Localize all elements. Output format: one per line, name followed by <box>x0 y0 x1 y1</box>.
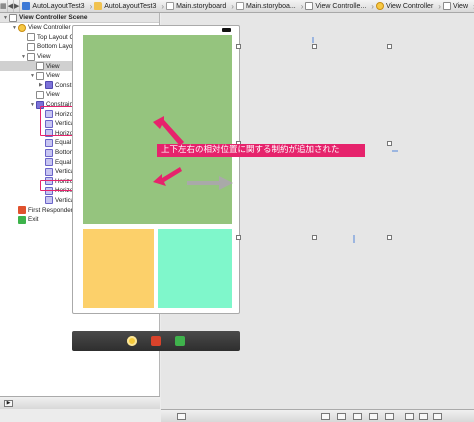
breadcrumb-label: AutoLayoutTest3 <box>32 2 85 10</box>
exit-icon[interactable] <box>175 336 185 346</box>
breadcrumb-separator-icon: › <box>300 1 304 11</box>
storyboard-icon <box>235 2 244 10</box>
view-icon <box>27 52 35 61</box>
breadcrumb-item[interactable]: › Main.storyboa... <box>229 0 298 12</box>
outline-row-label: View <box>46 62 60 70</box>
form-factor-button[interactable] <box>321 413 330 420</box>
project-icon <box>22 2 31 10</box>
toggle-outline-button[interactable] <box>177 413 186 420</box>
outline-bottom-bar: ▶ <box>0 396 160 409</box>
scene-icon <box>9 13 17 22</box>
arrow-up-left-icon <box>153 116 184 146</box>
view-controller-icon[interactable] <box>127 336 137 346</box>
arrow-down-left-icon <box>153 167 182 186</box>
breadcrumb-separator-icon: › <box>89 1 93 11</box>
breadcrumb: AutoLayoutTest3 › AutoLayoutTest3 › Main.sto… <box>20 0 474 12</box>
view-controller-scene-icon <box>305 2 314 10</box>
constraint-icon <box>45 138 53 147</box>
zoom-reset-button[interactable] <box>419 413 428 420</box>
annotation-label: 上下左右の相対位置に関する制約が追加された <box>157 144 365 157</box>
align-button[interactable] <box>337 413 346 420</box>
outline-row-label: View Controller <box>28 24 71 32</box>
pin-button[interactable] <box>353 413 362 420</box>
outline-row-label: View <box>46 72 60 80</box>
constraint-lines <box>232 37 398 243</box>
view-icon <box>36 62 44 71</box>
arrow-right-icon <box>187 176 233 190</box>
breadcrumb-label: View Controlle... <box>315 2 367 10</box>
view-icon <box>27 33 35 42</box>
breadcrumb-item[interactable]: › View Controller <box>369 0 436 12</box>
view-icon <box>36 71 44 80</box>
breadcrumb-item[interactable]: › Main.storyboard <box>159 0 229 12</box>
breadcrumb-separator-icon: › <box>161 1 165 11</box>
breadcrumb-item[interactable]: › AutoLayoutTest3 <box>88 0 160 12</box>
breadcrumb-label: View <box>452 2 468 10</box>
exit-icon <box>18 215 26 224</box>
outline-row-label: First Responder <box>28 206 73 214</box>
breadcrumb-item[interactable]: › View <box>436 0 471 12</box>
breadcrumb-separator-icon: › <box>371 1 374 11</box>
constraint-icon <box>45 196 53 205</box>
breadcrumb-separator-icon: › <box>231 1 234 11</box>
related-items-icon[interactable]: ▦ <box>0 0 8 12</box>
outline-row-label: Exit <box>28 216 39 224</box>
hide-outline-button[interactable]: ▶ <box>4 400 13 407</box>
jump-bar: ▦ ◀ ▶ AutoLayoutTest3 › AutoLayoutTest3 › Ma… <box>0 0 474 13</box>
first-responder-icon <box>18 206 26 215</box>
canvas-bottom-bar <box>161 409 474 422</box>
constraint-icon <box>45 167 53 176</box>
zoom-out-button[interactable] <box>405 413 414 420</box>
view-controller-icon <box>375 2 384 10</box>
breadcrumb-item[interactable]: › View Controlle... <box>299 0 370 12</box>
breadcrumb-separator-icon: › <box>438 1 441 11</box>
view-icon <box>442 2 451 10</box>
mint-view[interactable] <box>158 229 232 308</box>
constraints-icon <box>45 81 53 90</box>
battery-icon <box>222 28 231 32</box>
first-responder-icon[interactable] <box>151 336 161 346</box>
folder-icon <box>94 2 103 10</box>
view-icon <box>36 90 44 99</box>
outline-row-label: View <box>46 91 60 99</box>
constraint-icon <box>45 148 53 157</box>
scene-title: View Controller Scene <box>19 14 88 21</box>
scene-dock <box>72 331 240 351</box>
view-icon <box>27 42 35 51</box>
breadcrumb-label: View Controller <box>385 2 434 10</box>
breadcrumb-label: AutoLayoutTest3 <box>104 2 157 10</box>
view-controller-icon <box>18 23 26 32</box>
constraint-icon <box>45 158 53 167</box>
storyboard-icon <box>166 2 175 10</box>
resizing-behavior-button[interactable] <box>385 413 394 420</box>
breadcrumb-item[interactable]: AutoLayoutTest3 <box>20 0 87 12</box>
resolve-issues-button[interactable] <box>369 413 378 420</box>
outline-row-label: View <box>37 53 51 61</box>
yellow-view[interactable] <box>83 229 154 308</box>
breadcrumb-label: Main.storyboard <box>176 2 227 10</box>
scene-header[interactable]: ▼ View Controller Scene <box>0 13 159 23</box>
breadcrumb-label: Main.storyboa... <box>245 2 296 10</box>
zoom-in-button[interactable] <box>433 413 442 420</box>
